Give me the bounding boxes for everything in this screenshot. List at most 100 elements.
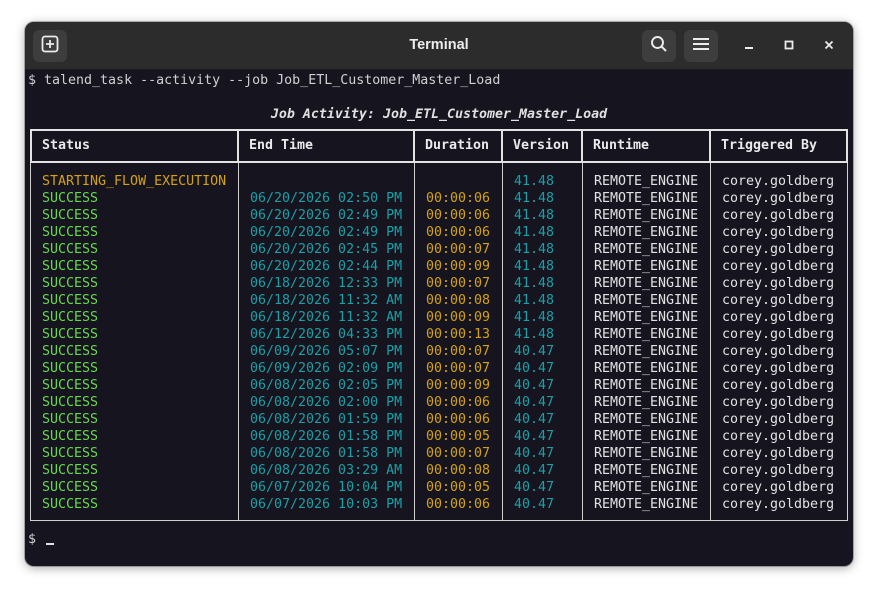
end-time-cell: 06/08/2026 03:29 AM [250,463,403,478]
status-cell: SUCCESS [42,208,99,223]
runtime-cell: REMOTE_ENGINE [594,191,699,206]
version-cell: 40.47 [514,429,555,444]
maximize-icon [784,37,794,55]
status-cell: SUCCESS [42,242,99,257]
duration-cell: 00:00:07 [426,242,491,257]
minimize-button[interactable] [737,34,761,58]
terminal-output[interactable]: $ talend_task --activity --job Job_ETL_C… [25,70,853,566]
duration-cell: 00:00:06 [426,395,491,410]
duration-cell: 00:00:07 [426,446,491,461]
table-row: SUCCESS 06/12/2026 04:33 PM 00:00:13 41.48 R… [30,326,848,343]
version-cell: 41.48 [514,225,555,240]
table-row: SUCCESS 06/08/2026 01:59 PM 00:00:06 40.47 R… [30,411,848,428]
end-time-cell: 06/08/2026 01:58 PM [250,429,403,444]
end-time-cell: 06/18/2026 11:32 AM [250,293,403,308]
end-time-cell: 06/09/2026 05:07 PM [250,344,403,359]
table-row: SUCCESS 06/20/2026 02:44 PM 00:00:09 41.48 R… [30,258,848,275]
version-cell: 41.48 [514,242,555,257]
new-tab-icon [41,35,59,58]
runtime-cell: REMOTE_ENGINE [594,412,699,427]
minimize-icon [744,37,754,55]
triggered-by-cell: corey.goldberg [722,395,835,410]
table-row: SUCCESS 06/09/2026 05:07 PM 00:00:07 40.47 R… [30,343,848,360]
column-header-end-time: End Time [237,129,415,163]
status-cell: SUCCESS [42,378,99,393]
status-cell: SUCCESS [42,293,99,308]
status-cell: SUCCESS [42,463,99,478]
triggered-by-cell: corey.goldberg [722,344,835,359]
triggered-by-cell: corey.goldberg [722,191,835,206]
status-cell: SUCCESS [42,344,99,359]
runtime-cell: REMOTE_ENGINE [594,242,699,257]
triggered-by-cell: corey.goldberg [722,480,835,495]
status-cell: SUCCESS [42,225,99,240]
triggered-by-cell: corey.goldberg [722,327,835,342]
duration-cell: 00:00:06 [426,208,491,223]
end-time-cell: 06/08/2026 01:58 PM [250,446,403,461]
runtime-cell: REMOTE_ENGINE [594,497,699,512]
end-time-cell: 06/20/2026 02:45 PM [250,242,403,257]
end-time-cell: 06/08/2026 02:00 PM [250,395,403,410]
table-row: SUCCESS 06/20/2026 02:49 PM 00:00:06 41.48 R… [30,207,848,224]
version-cell: 40.47 [514,480,555,495]
terminal-window: Terminal $ talend_task --activity --job … [25,22,853,566]
duration-cell: 00:00:05 [426,429,491,444]
triggered-by-cell: corey.goldberg [722,225,835,240]
end-time-cell: 06/07/2026 10:03 PM [250,497,403,512]
version-cell: 41.48 [514,327,555,342]
duration-cell: 00:00:09 [426,378,491,393]
triggered-by-cell: corey.goldberg [722,429,835,444]
version-cell: 41.48 [514,293,555,308]
version-cell: 41.48 [514,259,555,274]
search-button[interactable] [642,30,676,62]
runtime-cell: REMOTE_ENGINE [594,378,699,393]
activity-table: Status End Time Duration Version Runtime… [30,129,848,521]
version-cell: 40.47 [514,395,555,410]
runtime-cell: REMOTE_ENGINE [594,480,699,495]
status-cell: SUCCESS [42,429,99,444]
table-row: SUCCESS 06/09/2026 02:09 PM 00:00:07 40.47 R… [30,360,848,377]
runtime-cell: REMOTE_ENGINE [594,293,699,308]
new-tab-button[interactable] [33,30,67,62]
duration-cell: 00:00:07 [426,276,491,291]
status-cell: SUCCESS [42,412,99,427]
column-header-status: Status [30,129,239,163]
duration-cell: 00:00:13 [426,327,491,342]
runtime-cell: REMOTE_ENGINE [594,463,699,478]
table-row: SUCCESS 06/08/2026 02:00 PM 00:00:06 40.47 R… [30,394,848,411]
menu-button[interactable] [684,30,718,62]
command-line: $ talend_task --activity --job Job_ETL_C… [28,73,501,88]
hamburger-menu-icon [693,37,709,56]
runtime-cell: REMOTE_ENGINE [594,361,699,376]
runtime-cell: REMOTE_ENGINE [594,429,699,444]
version-cell: 41.48 [514,276,555,291]
end-time-cell: 06/20/2026 02:49 PM [250,208,403,223]
text-cursor [46,543,55,545]
window-title: Terminal [409,37,469,53]
runtime-cell: REMOTE_ENGINE [594,310,699,325]
triggered-by-cell: corey.goldberg [722,463,835,478]
triggered-by-cell: corey.goldberg [722,174,835,189]
end-time-cell: 06/18/2026 11:32 AM [250,310,403,325]
runtime-cell: REMOTE_ENGINE [594,327,699,342]
end-time-cell: 06/09/2026 02:09 PM [250,361,403,376]
status-cell: SUCCESS [42,259,99,274]
column-header-version: Version [501,129,583,163]
status-cell: SUCCESS [42,480,99,495]
end-time-cell: 06/20/2026 02:49 PM [250,225,403,240]
table-row: SUCCESS 06/18/2026 12:33 PM 00:00:07 41.48 R… [30,275,848,292]
job-activity-title: Job Activity: Job_ETL_Customer_Master_Lo… [270,107,608,122]
shell-prompt[interactable]: $ [28,531,55,548]
version-cell: 41.48 [514,310,555,325]
triggered-by-cell: corey.goldberg [722,208,835,223]
version-cell: 40.47 [514,378,555,393]
maximize-button[interactable] [777,34,801,58]
duration-cell: 00:00:06 [426,191,491,206]
version-cell: 41.48 [514,191,555,206]
column-header-duration: Duration [413,129,503,163]
status-cell: SUCCESS [42,276,99,291]
close-button[interactable] [817,34,841,58]
close-icon [824,37,834,55]
triggered-by-cell: corey.goldberg [722,293,835,308]
table-row: SUCCESS 06/08/2026 02:05 PM 00:00:09 40.47 R… [30,377,848,394]
